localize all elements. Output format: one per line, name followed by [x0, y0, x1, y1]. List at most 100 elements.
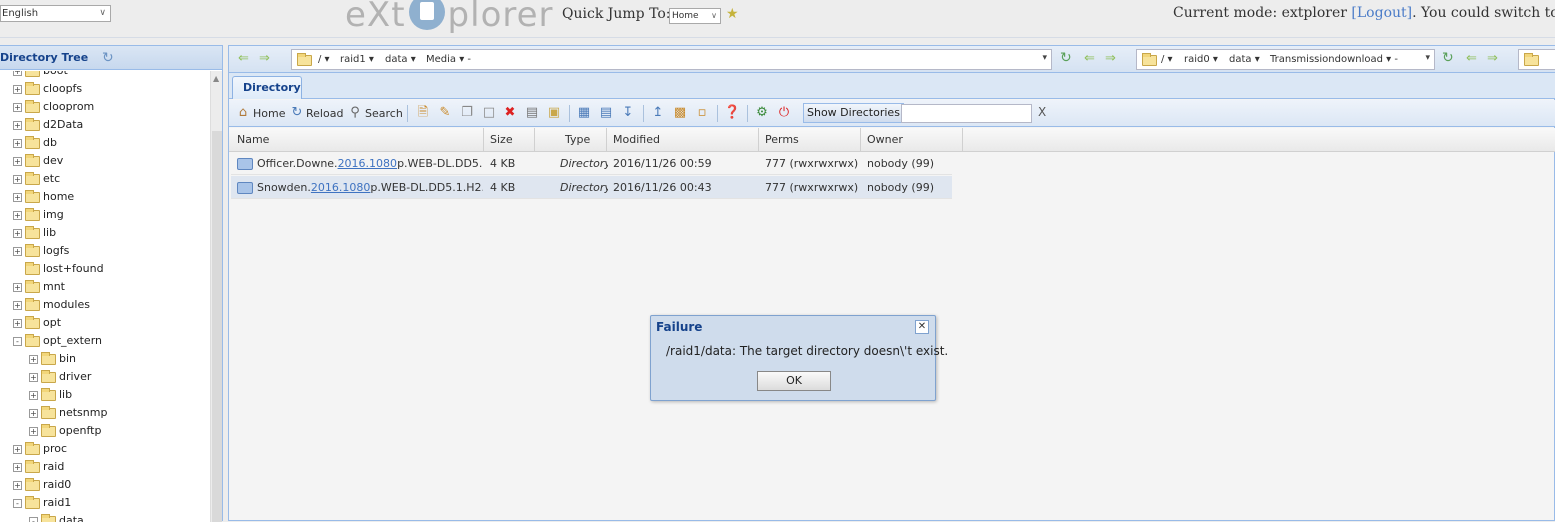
path-crumb-data[interactable]: data ▾	[1229, 54, 1260, 65]
tree-item[interactable]: +db	[13, 134, 57, 152]
path-root[interactable]: / ▾	[318, 54, 330, 65]
tree-item[interactable]: +modules	[13, 296, 90, 314]
path-crumb-raid0[interactable]: raid0 ▾	[1184, 54, 1218, 65]
chmod-icon[interactable]: ▣	[546, 105, 562, 121]
tree-item[interactable]: -raid1	[13, 494, 71, 512]
scroll-up-icon[interactable]: ▲	[213, 74, 219, 83]
expand-icon[interactable]: +	[29, 355, 38, 364]
search-button[interactable]: Search	[365, 104, 403, 123]
left-path-selector[interactable]: / ▾ raid1 ▾ data ▾ Media ▾ - ▾	[291, 49, 1052, 70]
logout-power-icon[interactable]: ⏻	[776, 105, 792, 121]
rename-icon[interactable]: ▤	[524, 105, 540, 121]
chevron-down-icon[interactable]: ▾	[1042, 53, 1047, 63]
tree-item[interactable]: +raid	[13, 458, 64, 476]
expand-icon[interactable]: +	[13, 121, 22, 130]
collapse-icon[interactable]: -	[13, 499, 22, 508]
tree-item[interactable]: -opt_extern	[13, 332, 102, 350]
details-icon[interactable]: ▤	[598, 105, 614, 121]
tree-item[interactable]: +dev	[13, 152, 63, 170]
tree-item[interactable]: +img	[13, 206, 64, 224]
new-file-icon[interactable]: 🗎	[415, 105, 431, 121]
extra-path-selector[interactable]	[1518, 49, 1555, 70]
back-arrow-icon[interactable]: ⇐	[1084, 51, 1095, 66]
expand-icon[interactable]: +	[13, 211, 22, 220]
tree-item[interactable]: +opt	[13, 314, 61, 332]
collapse-icon[interactable]: -	[13, 337, 22, 346]
forward-arrow-icon[interactable]: ⇒	[1487, 51, 1498, 66]
expand-icon[interactable]: +	[13, 71, 22, 76]
column-header-name[interactable]: Name	[231, 128, 484, 152]
tree-item[interactable]: +netsnmp	[29, 404, 107, 422]
expand-icon[interactable]: +	[13, 157, 22, 166]
language-select[interactable]: English ∨	[0, 5, 111, 22]
tree-item[interactable]: +raid0	[13, 476, 71, 494]
expand-icon[interactable]: +	[13, 463, 22, 472]
archive-icon[interactable]: ▩	[672, 105, 688, 121]
expand-icon[interactable]: +	[13, 103, 22, 112]
forward-arrow-icon[interactable]: ⇒	[1105, 51, 1116, 66]
expand-icon[interactable]: +	[13, 229, 22, 238]
expand-icon[interactable]: +	[13, 175, 22, 184]
logout-link[interactable]: [Logout]	[1351, 5, 1412, 21]
expand-icon[interactable]: +	[29, 391, 38, 400]
expand-icon[interactable]: +	[13, 445, 22, 454]
refresh-icon[interactable]: ↻	[1060, 50, 1072, 66]
path-crumb-media[interactable]: Media ▾ -	[426, 54, 471, 65]
expand-icon[interactable]: +	[13, 193, 22, 202]
home-button[interactable]: Home	[253, 104, 285, 123]
close-icon[interactable]: ✕	[915, 320, 929, 334]
scrollbar-thumb[interactable]	[212, 131, 222, 522]
search-icon[interactable]: ⚲	[347, 105, 363, 121]
quick-jump-select[interactable]: Home ∨	[669, 8, 721, 24]
path-crumb-data[interactable]: data ▾	[385, 54, 416, 65]
upload-icon[interactable]: ↥	[650, 105, 666, 121]
tree-item[interactable]: +bin	[29, 350, 76, 368]
table-row[interactable]: Officer.Downe.2016.1080p.WEB-DL.DD5.... …	[231, 152, 952, 175]
column-header-modified[interactable]: Modified	[607, 128, 759, 152]
expand-icon[interactable]: +	[29, 427, 38, 436]
expand-icon[interactable]: +	[13, 247, 22, 256]
admin-icon[interactable]: ⚙	[754, 105, 770, 121]
home-icon[interactable]: ⌂	[235, 105, 251, 121]
extract-icon[interactable]: ▫	[694, 105, 710, 121]
reload-icon[interactable]: ↻	[289, 105, 305, 121]
column-header-size[interactable]: Size	[484, 128, 535, 152]
refresh-icon[interactable]: ↻	[102, 50, 114, 66]
tree-item[interactable]: +proc	[13, 440, 67, 458]
tree-item[interactable]: +lib	[13, 224, 56, 242]
expand-icon[interactable]: +	[13, 283, 22, 292]
refresh-icon[interactable]: ↻	[1442, 50, 1454, 66]
column-header-perms[interactable]: Perms	[759, 128, 861, 152]
filter-clear-button[interactable]: X	[1038, 105, 1046, 119]
delete-icon[interactable]: ✖	[502, 105, 518, 121]
expand-icon[interactable]: +	[13, 139, 22, 148]
tree-item[interactable]: +mnt	[13, 278, 65, 296]
table-row[interactable]: Snowden.2016.1080p.WEB-DL.DD5.1.H2... 4 …	[231, 176, 952, 199]
path-root[interactable]: / ▾	[1161, 54, 1173, 65]
back-arrow-icon[interactable]: ⇐	[238, 51, 249, 66]
download-icon[interactable]: ↧	[620, 105, 636, 121]
tree-item[interactable]: +cloopfs	[13, 80, 82, 98]
tree-item[interactable]: +driver	[29, 368, 91, 386]
reload-button[interactable]: Reload	[306, 104, 343, 123]
tree-item[interactable]: +openftp	[29, 422, 101, 440]
copy-icon[interactable]: ❐	[459, 105, 475, 121]
column-header-type[interactable]: Type	[535, 128, 607, 152]
edit-icon[interactable]: ✎	[437, 105, 453, 121]
expand-icon[interactable]: +	[13, 85, 22, 94]
help-icon[interactable]: ❓	[724, 105, 740, 121]
tree-item[interactable]: +etc	[13, 170, 60, 188]
tree-item[interactable]: +boot	[13, 71, 68, 80]
tree-item[interactable]: +lib	[29, 386, 72, 404]
tree-item[interactable]: +clooprom	[13, 98, 94, 116]
view-icon[interactable]: ▦	[576, 105, 592, 121]
tree-item[interactable]: +logfs	[13, 242, 69, 260]
expand-icon[interactable]: +	[13, 319, 22, 328]
forward-arrow-icon[interactable]: ⇒	[259, 51, 270, 66]
expand-icon[interactable]: +	[29, 373, 38, 382]
right-path-selector[interactable]: / ▾ raid0 ▾ data ▾ Transmissiondownload …	[1136, 49, 1435, 70]
tree-item[interactable]: +d2Data	[13, 116, 83, 134]
bookmark-star-icon[interactable]: ★	[726, 6, 739, 22]
tree-scrollbar[interactable]: ▲	[210, 71, 222, 522]
chevron-down-icon[interactable]: ▾	[1425, 53, 1430, 63]
